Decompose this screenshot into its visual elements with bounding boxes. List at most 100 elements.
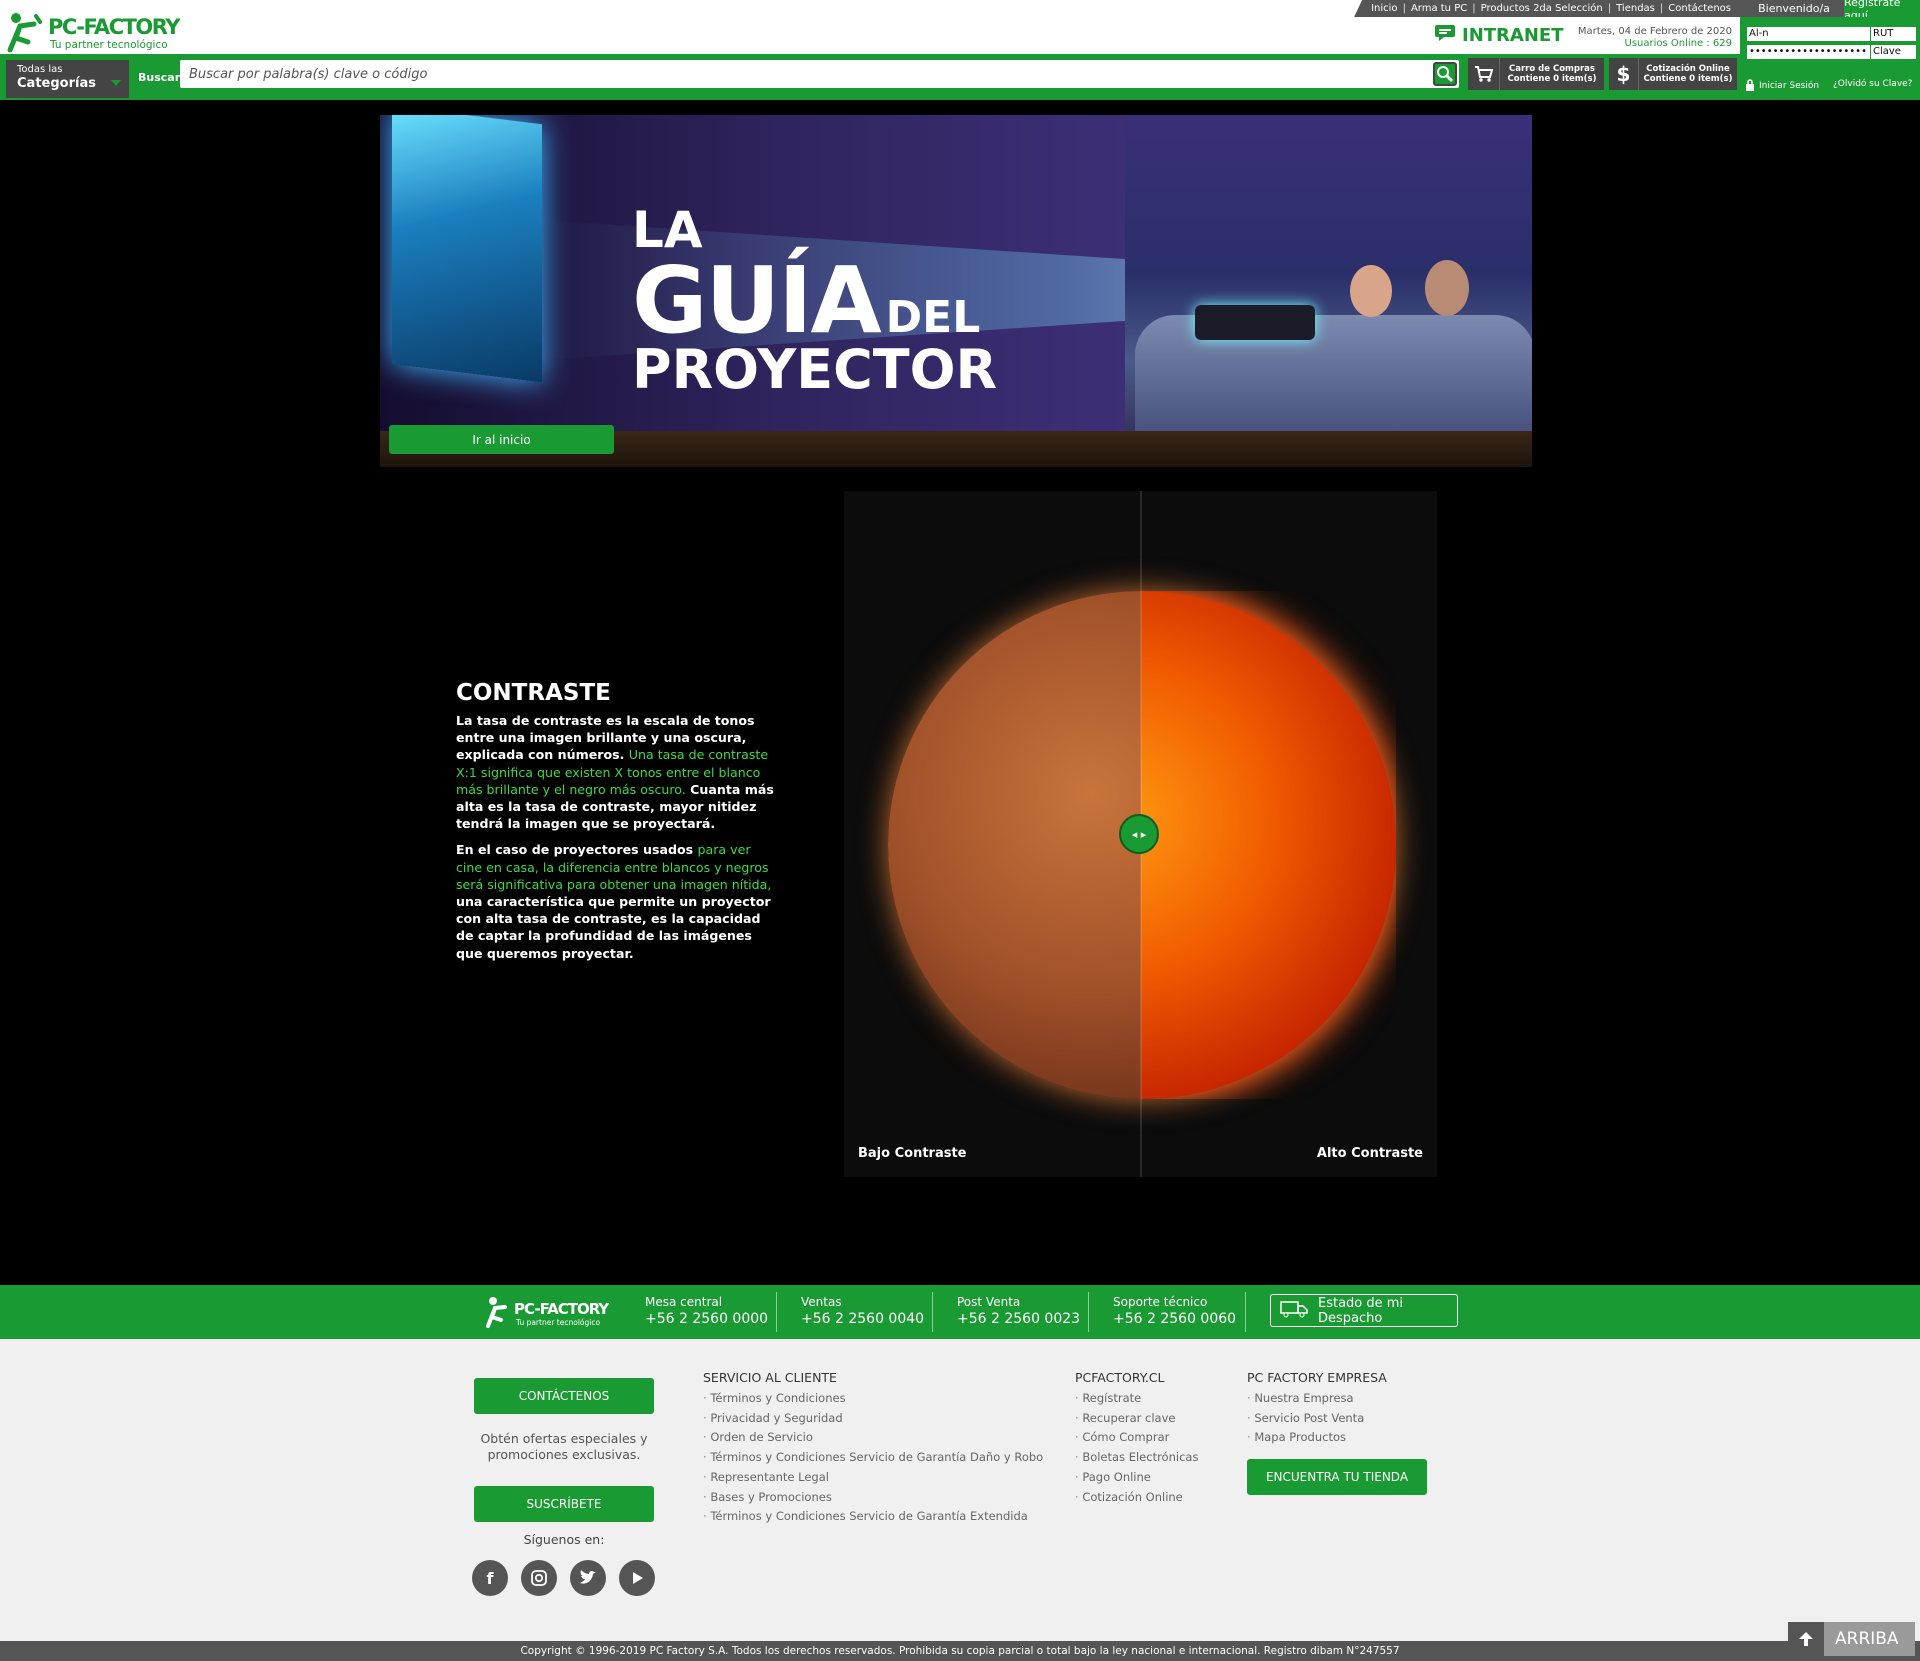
cart-count: Contiene 0 item(s)	[1507, 74, 1597, 84]
intranet-link[interactable]: INTRANET	[1434, 24, 1563, 47]
search-label: Buscar:	[138, 71, 185, 84]
slider-handle[interactable]: ◂ ▸	[1119, 814, 1159, 854]
back-to-top-button[interactable]: ARRIBA	[1788, 1622, 1915, 1656]
follow-us-label: Síguenos en:	[523, 1532, 605, 1547]
footer-col-title: PC FACTORY EMPRESA	[1247, 1370, 1387, 1385]
date-box: Martes, 04 de Febrero de 2020 Usuarios O…	[1560, 26, 1732, 50]
go-home-button[interactable]: Ir al inicio	[389, 425, 614, 454]
footer-col-title: SERVICIO AL CLIENTE	[703, 1370, 837, 1385]
phone-ventas: Ventas +56 2 2560 0040	[801, 1295, 925, 1327]
phone-mesa-central: Mesa central +56 2 2560 0000	[645, 1295, 769, 1327]
rut-label: RUT	[1871, 27, 1916, 41]
footer-logo[interactable]: PC-FACTORY Tu partner tecnológico	[484, 1294, 611, 1330]
rut-row: Al-n RUT	[1747, 27, 1916, 41]
top-link-tiendas[interactable]: Tiendas	[1611, 3, 1660, 14]
top-link-contactenos[interactable]: Contáctenos	[1663, 3, 1736, 14]
instagram-icon[interactable]	[521, 1560, 557, 1596]
logo-brand: PC-FACTORY	[48, 15, 181, 39]
lock-icon	[1745, 78, 1755, 94]
projector-image	[1195, 305, 1315, 340]
footer-link[interactable]: Pago Online	[1075, 1468, 1198, 1488]
promo-text: Obtén ofertas especiales y promociones e…	[480, 1431, 648, 1462]
youtube-icon[interactable]	[619, 1560, 655, 1596]
search-icon	[1437, 66, 1454, 83]
couple-image	[1125, 115, 1532, 467]
categories-menu[interactable]: Todas las Categorías	[6, 60, 129, 98]
footer-link[interactable]: Regístrate	[1075, 1389, 1198, 1409]
chat-icon	[1434, 24, 1456, 47]
cart-icon	[1468, 58, 1500, 90]
contrast-comparison-slider[interactable]: ◂ ▸ Bajo Contraste Alto Contraste	[844, 491, 1437, 1177]
login-button[interactable]: Iniciar Sesión	[1745, 78, 1823, 94]
contact-button[interactable]: CONTÁCTENOS	[474, 1378, 654, 1414]
rut-input[interactable]: Al-n	[1747, 27, 1870, 41]
footer-logo-tagline: Tu partner tecnológico	[515, 1318, 600, 1327]
truck-icon	[1280, 1300, 1308, 1322]
welcome-text: Bienvenido/a	[1744, 0, 1844, 17]
footer-link[interactable]: Cotización Online	[1075, 1488, 1198, 1508]
login-button-label: Iniciar Sesión	[1759, 81, 1820, 91]
quote-button[interactable]: $ Cotización Online Contiene 0 item(s)	[1609, 58, 1737, 90]
top-link-segunda-seleccion[interactable]: Productos 2da Selección	[1476, 3, 1608, 14]
twitter-icon[interactable]	[570, 1560, 606, 1596]
current-date: Martes, 04 de Febrero de 2020	[1577, 26, 1732, 37]
shipping-status-button[interactable]: Estado de mi Despacho	[1270, 1294, 1458, 1327]
password-label: Clave	[1871, 45, 1916, 59]
cart-label: Carro de Compras	[1509, 64, 1595, 74]
chevron-down-icon	[111, 80, 121, 86]
quote-count: Contiene 0 item(s)	[1643, 74, 1733, 84]
top-link-inicio[interactable]: Inicio	[1366, 3, 1402, 14]
footer-link[interactable]: Cómo Comprar	[1075, 1428, 1198, 1448]
section-title: CONTRASTE	[456, 680, 611, 706]
password-row: •••••••••••••••••••• Clave	[1747, 45, 1916, 59]
label-low-contrast: Bajo Contraste	[858, 1146, 967, 1161]
footer-link[interactable]: Mapa Productos	[1247, 1428, 1387, 1448]
shipping-status-label: Estado de mi Despacho	[1318, 1295, 1404, 1326]
footer-link[interactable]: Nuestra Empresa	[1247, 1389, 1387, 1409]
arrow-up-icon	[1788, 1622, 1824, 1656]
top-link-arma-pc[interactable]: Arma tu PC	[1406, 3, 1472, 14]
footer-link[interactable]: Privacidad y Seguridad	[703, 1409, 1043, 1429]
copyright-text: Copyright © 1996-2019 PC Factory S.A. To…	[0, 1641, 1920, 1661]
footer-link[interactable]: Orden de Servicio	[703, 1428, 1043, 1448]
subscribe-button[interactable]: SUSCRÍBETE	[474, 1486, 654, 1522]
phone-soporte: Soporte técnico +56 2 2560 0060	[1113, 1295, 1237, 1327]
footer-col-title: PCFACTORY.CL	[1075, 1370, 1165, 1385]
footer-link[interactable]: Servicio Post Venta	[1247, 1409, 1387, 1429]
search-button[interactable]	[1433, 62, 1457, 86]
password-input[interactable]: ••••••••••••••••••••	[1747, 45, 1870, 59]
hero-banner: LA GUÍA DEL PROYECTOR	[380, 115, 1532, 467]
footer-link[interactable]: Términos y Condiciones Servicio de Garan…	[703, 1448, 1043, 1468]
categories-small-label: Todas las	[17, 64, 63, 75]
facebook-icon[interactable]: f	[472, 1560, 508, 1596]
section-text: La tasa de contraste es la escala de ton…	[456, 713, 774, 961]
footer-link[interactable]: Bases y Promociones	[703, 1488, 1043, 1508]
projection-screen-image	[392, 115, 542, 383]
arrows-left-right-icon: ◂ ▸	[1131, 827, 1147, 841]
forgot-password-link[interactable]: ¿Olvidó su Clave?	[1833, 79, 1912, 89]
find-store-button[interactable]: ENCUENTRA TU TIENDA	[1247, 1459, 1427, 1495]
cart-button[interactable]: Carro de Compras Contiene 0 item(s)	[1468, 58, 1604, 90]
back-to-top-label: ARRIBA	[1835, 1629, 1899, 1649]
intranet-label: INTRANET	[1462, 25, 1564, 46]
footer-link[interactable]: Boletas Electrónicas	[1075, 1448, 1198, 1468]
search-input[interactable]: Buscar por palabra(s) clave o código	[180, 60, 1459, 88]
footer-logo-brand: PC-FACTORY	[514, 1300, 609, 1318]
top-links: Inicio | Arma tu PC | Productos 2da Selecc…	[1354, 0, 1744, 17]
label-high-contrast: Alto Contraste	[1316, 1146, 1423, 1161]
online-users: Usuarios Online : 629	[1624, 38, 1732, 49]
dollar-icon: $	[1609, 58, 1639, 90]
phone-post-venta: Post Venta +56 2 2560 0023	[957, 1295, 1081, 1327]
login-panel: Al-n RUT •••••••••••••••••••• Clave Inic…	[1740, 17, 1920, 100]
register-link[interactable]: Regístrate aquí	[1844, 0, 1920, 22]
footer-col-empresa: PC FACTORY EMPRESA Nuestra Empresa Servi…	[1247, 1370, 1387, 1448]
logo-tagline: Tu partner tecnológico	[49, 39, 168, 51]
footer-link[interactable]: Términos y Condiciones	[703, 1389, 1043, 1409]
quote-label: Cotización Online	[1646, 64, 1730, 74]
footer-col-pcfactory: PCFACTORY.CL Regístrate Recuperar clave …	[1075, 1370, 1198, 1507]
footer-link[interactable]: Recuperar clave	[1075, 1409, 1198, 1429]
footer-col-servicio: SERVICIO AL CLIENTE Términos y Condicion…	[703, 1370, 1043, 1527]
site-logo[interactable]: PC-FACTORY Tu partner tecnológico	[4, 6, 194, 56]
footer-link[interactable]: Términos y Condiciones Servicio de Garan…	[703, 1507, 1043, 1527]
footer-link[interactable]: Representante Legal	[703, 1468, 1043, 1488]
